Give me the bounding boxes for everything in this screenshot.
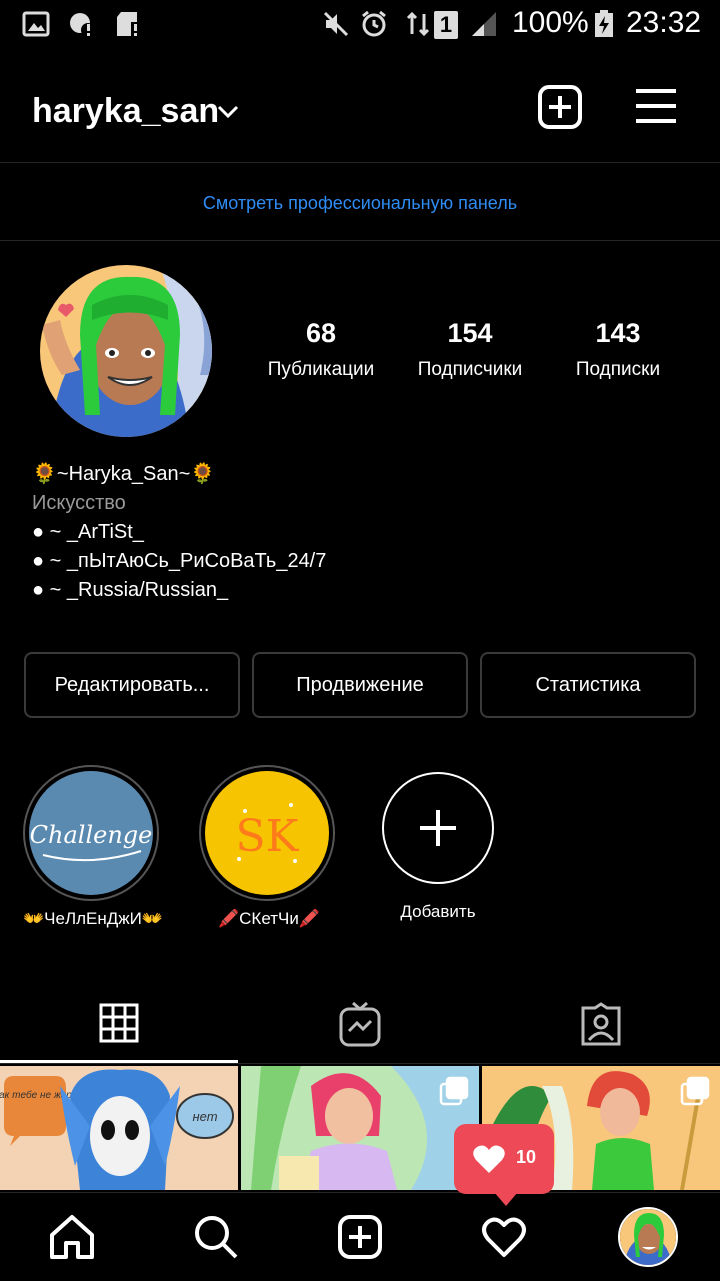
- gallery-icon: [22, 11, 50, 37]
- highlight-label: 👐ЧеЛлЕнДжИ👐: [23, 909, 164, 928]
- stat-followers[interactable]: 154 Подписчики: [395, 318, 545, 381]
- posts-label: Публикации: [267, 359, 375, 380]
- highlight-label: Добавить: [400, 902, 476, 921]
- add-highlight-circle: [382, 772, 494, 884]
- followers-count: 154: [447, 318, 493, 348]
- highlight-ring: SK: [199, 765, 335, 901]
- highlight-ring: Challenge: [23, 765, 159, 901]
- highlight-challenge[interactable]: Challenge 👐ЧеЛлЕнДжИ👐: [23, 765, 163, 929]
- bio-line: ● ~ _пЫтАюСь_РиСоВаТь_24/7: [32, 550, 327, 572]
- new-post-icon[interactable]: [537, 84, 583, 130]
- home-icon[interactable]: [48, 1213, 96, 1261]
- stat-following[interactable]: 143 Подписки: [543, 318, 693, 381]
- bio-line: ● ~ _Russia/Russian_: [32, 579, 229, 601]
- highlight-cover-challenge: Challenge: [29, 771, 153, 895]
- profile-tabs: [0, 985, 720, 1064]
- tab-tagged[interactable]: [482, 985, 720, 1063]
- data-arrows-icon: [406, 11, 430, 37]
- tagged-icon: [581, 1002, 621, 1046]
- highlight-sketches[interactable]: SK 🖍️СКетЧи🖍️: [199, 765, 339, 929]
- profile-avatar[interactable]: [40, 265, 212, 437]
- profile-bio: 🌻~Haryka_San~🌻 Искусство ● ~ _ArTiSt_ ● …: [32, 460, 632, 605]
- create-icon[interactable]: [336, 1213, 384, 1261]
- status-bar: 1 100% 23:32: [0, 0, 720, 50]
- menu-icon[interactable]: [634, 88, 678, 124]
- likes-notification[interactable]: 10: [454, 1124, 554, 1206]
- following-label: Подписки: [575, 359, 661, 380]
- sync-alert-icon: [70, 13, 95, 37]
- sd-card-alert-icon: [117, 12, 141, 36]
- plus-icon: [420, 810, 456, 846]
- battery-percent: 100%: [512, 6, 589, 39]
- account-switcher[interactable]: haryka_san: [32, 92, 219, 131]
- signal-icon: [472, 12, 496, 36]
- profile-category: Искусство: [32, 492, 126, 514]
- highlight-label: 🖍️СКетЧи🖍️: [217, 909, 321, 928]
- post-image: Чувак тебе не жарко? нет: [0, 1066, 238, 1190]
- stat-posts[interactable]: 68 Публикации: [246, 318, 396, 381]
- followers-label: Подписчики: [417, 359, 523, 380]
- promotion-button[interactable]: Продвижение: [252, 652, 468, 718]
- professional-dashboard-link[interactable]: Смотреть профессиональную панель: [0, 163, 720, 241]
- profile-header: haryka_san: [0, 50, 720, 163]
- carousel-icon: [680, 1076, 710, 1106]
- highlight-cover-sketches: SK: [205, 771, 329, 895]
- highlight-add[interactable]: Добавить: [368, 765, 508, 922]
- alarm-icon: [362, 10, 386, 37]
- svg-text:нет: нет: [192, 1109, 217, 1124]
- post-thumbnail[interactable]: Чувак тебе не жарко? нет: [0, 1066, 238, 1190]
- svg-text:SK: SK: [235, 811, 299, 862]
- grid-icon: [99, 1003, 139, 1042]
- bio-line: ● ~ _ArTiSt_: [32, 521, 144, 543]
- bottom-nav: [0, 1192, 720, 1281]
- igtv-icon: [339, 1001, 381, 1047]
- tab-igtv[interactable]: [241, 985, 479, 1063]
- mute-icon: [323, 11, 349, 37]
- posts-count: 68: [305, 318, 337, 348]
- svg-text:Challenge: Challenge: [30, 821, 153, 849]
- post-thumbnail[interactable]: [241, 1066, 479, 1190]
- insights-button[interactable]: Статистика: [480, 652, 696, 718]
- activity-heart-icon[interactable]: [480, 1213, 528, 1261]
- clock: 23:32: [626, 6, 702, 39]
- tab-grid[interactable]: [0, 985, 238, 1063]
- profile-name: 🌻~Haryka_San~🌻: [32, 463, 216, 485]
- heart-icon: [473, 1145, 505, 1173]
- carousel-icon: [439, 1076, 469, 1106]
- chevron-down-icon[interactable]: [216, 104, 240, 120]
- following-count: 143: [595, 318, 641, 348]
- sim-badge: 1: [434, 11, 458, 39]
- battery-charging-icon: [595, 10, 613, 37]
- edit-profile-button[interactable]: Редактировать...: [24, 652, 240, 718]
- likes-count: 10: [516, 1147, 537, 1167]
- notification-tail: [494, 1192, 518, 1206]
- profile-tab-avatar[interactable]: [618, 1207, 678, 1267]
- search-icon[interactable]: [192, 1213, 240, 1261]
